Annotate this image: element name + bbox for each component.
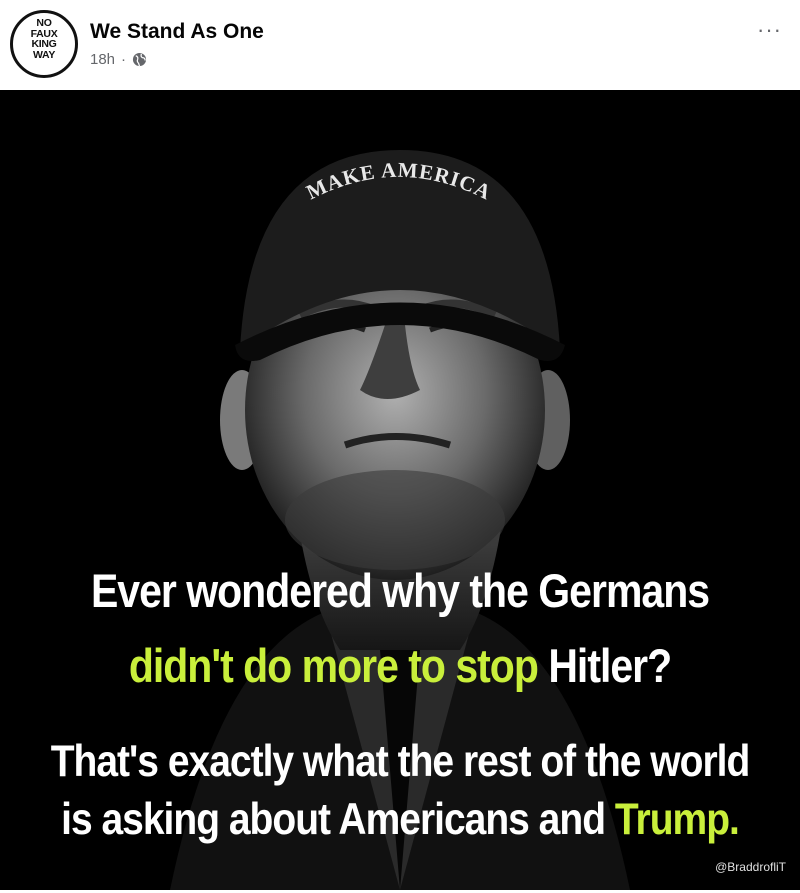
- post-image[interactable]: MAKE AMERICA Ever wondered why the Germa…: [0, 90, 800, 890]
- caption-line-4: is asking about Americans and Trump.: [0, 795, 800, 846]
- caption-line-4-start: is asking about Americans and: [61, 794, 606, 845]
- post-header: NO FAUX KING WAY We Stand As One 18h · ·…: [0, 0, 800, 90]
- caption-line-2-rest: Hitler?: [548, 639, 672, 693]
- globe-icon: [132, 52, 147, 67]
- avatar[interactable]: NO FAUX KING WAY: [10, 10, 78, 78]
- page-name[interactable]: We Stand As One: [90, 20, 264, 44]
- post-meta: 18h ·: [90, 51, 147, 68]
- caption-line-2: didn't do more to stop Hitler?: [0, 639, 800, 693]
- caption-line-1: Ever wondered why the Germans: [90, 564, 710, 618]
- caption-line-3: That's exactly what the rest of the worl…: [50, 736, 751, 787]
- avatar-logo-text: NO FAUX KING WAY: [30, 17, 58, 61]
- image-credit: @BraddrofliT: [715, 860, 786, 874]
- caption-highlight-1: didn't do more to stop: [128, 639, 539, 693]
- post-time[interactable]: 18h: [90, 51, 115, 68]
- caption-highlight-2: Trump.: [614, 794, 740, 845]
- more-options-icon[interactable]: ···: [757, 19, 782, 41]
- meta-separator: ·: [121, 51, 127, 68]
